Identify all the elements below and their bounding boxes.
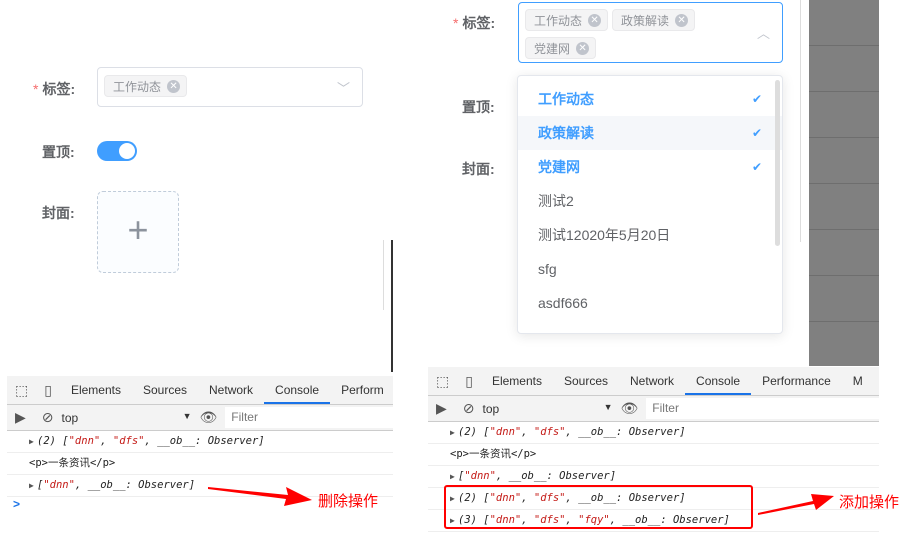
log-entry[interactable]: ▶ (2) ["dnn", "dfs", __ob__: Observer] xyxy=(428,422,879,444)
option[interactable]: 政策解读 ✔ xyxy=(518,116,782,150)
tag: 工作动态 ✕ xyxy=(525,9,609,31)
eye-icon[interactable]: 👁 xyxy=(192,409,226,426)
delete-annotation: 删除操作 xyxy=(318,493,379,510)
upload-cover-button[interactable]: + xyxy=(97,191,179,273)
top-label: 置顶: xyxy=(42,144,75,160)
close-icon[interactable]: ✕ xyxy=(588,13,602,27)
tags-label: * 标签: xyxy=(453,15,496,31)
tab-network[interactable]: Network xyxy=(198,376,264,404)
tab-network[interactable]: Network xyxy=(619,367,685,395)
tab-sources[interactable]: Sources xyxy=(132,376,198,404)
option[interactable]: 工作动态 ✔ xyxy=(518,82,782,116)
top-label: 置顶: xyxy=(462,99,495,115)
option[interactable]: sfg xyxy=(518,252,782,286)
log-entry: <p>一条资讯</p> xyxy=(428,444,879,466)
context-select[interactable]: top ▼ xyxy=(483,402,613,416)
tags-select[interactable]: 工作动态 ✕ ﹀ xyxy=(97,67,363,107)
tab-console[interactable]: Console xyxy=(685,367,752,395)
inspect-icon[interactable]: ⬚ xyxy=(7,382,36,399)
divider xyxy=(383,240,384,310)
filter-input[interactable]: Filter xyxy=(646,398,879,419)
add-annotation: 添加操作 xyxy=(839,494,900,511)
option[interactable]: 党建网 ✔ xyxy=(518,150,782,184)
tab-console[interactable]: Console xyxy=(264,376,331,404)
divider xyxy=(391,240,393,372)
check-icon: ✔ xyxy=(751,92,762,106)
tags-select[interactable]: 工作动态 ✕ 政策解读 ✕ 党建网 ✕ ︿ xyxy=(518,2,783,63)
tag: 党建网 ✕ xyxy=(525,37,597,59)
sidebar-toggle-icon[interactable]: ▶ xyxy=(428,400,455,417)
device-icon[interactable]: ▯ xyxy=(36,382,60,399)
divider xyxy=(800,0,801,242)
clear-icon[interactable]: ⊘ xyxy=(34,409,62,426)
close-icon[interactable]: ✕ xyxy=(576,41,590,55)
overlay-backdrop xyxy=(809,0,879,366)
cover-label: 封面: xyxy=(462,161,495,177)
highlight-box xyxy=(444,485,753,529)
filter-input[interactable]: Filter xyxy=(225,407,393,428)
chevron-up-icon[interactable]: ︿ xyxy=(757,23,770,42)
tag: 政策解读 ✕ xyxy=(612,9,696,31)
option[interactable]: asdf666 xyxy=(518,286,782,320)
tab-performance[interactable]: Performance xyxy=(751,367,842,395)
close-icon[interactable]: ✕ xyxy=(675,13,689,27)
tab-elements[interactable]: Elements xyxy=(60,376,132,404)
check-icon: ✔ xyxy=(751,126,762,140)
log-entry: <p>一条资讯</p> xyxy=(7,453,393,475)
context-select[interactable]: top ▼ xyxy=(62,411,192,425)
eye-icon[interactable]: 👁 xyxy=(613,400,647,417)
close-icon[interactable]: ✕ xyxy=(167,79,181,93)
tab-more[interactable]: M xyxy=(842,367,874,395)
clear-icon[interactable]: ⊘ xyxy=(455,400,483,417)
log-entry[interactable]: ▶ (2) ["dnn", "dfs", __ob__: Observer] xyxy=(7,431,393,453)
top-toggle[interactable] xyxy=(97,141,137,161)
arrow-icon xyxy=(758,494,834,515)
check-icon: ✔ xyxy=(751,160,762,174)
chevron-down-icon[interactable]: ﹀ xyxy=(337,78,350,97)
tag: 工作动态 ✕ xyxy=(104,75,188,97)
tab-performance[interactable]: Perform xyxy=(330,376,393,404)
inspect-icon[interactable]: ⬚ xyxy=(428,373,457,390)
tags-dropdown: 工作动态 ✔ 政策解读 ✔ 党建网 ✔ 测试2 测试12020年5月20日 sfg a… xyxy=(517,75,783,334)
option[interactable]: 测试2 xyxy=(518,184,782,218)
arrow-icon xyxy=(208,487,312,506)
tab-elements[interactable]: Elements xyxy=(481,367,553,395)
cover-label: 封面: xyxy=(42,205,75,221)
sidebar-toggle-icon[interactable]: ▶ xyxy=(7,409,34,426)
device-icon[interactable]: ▯ xyxy=(457,373,481,390)
tags-label: * 标签: xyxy=(33,81,76,97)
scrollbar[interactable] xyxy=(775,80,780,246)
option[interactable]: 测试12020年5月20日 xyxy=(518,218,782,252)
tab-sources[interactable]: Sources xyxy=(553,367,619,395)
